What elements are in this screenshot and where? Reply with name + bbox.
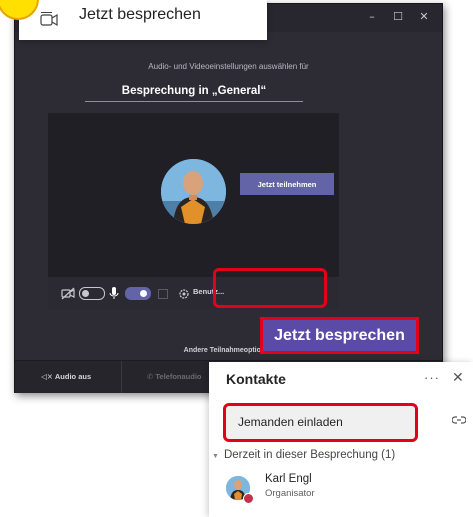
attendee-role: Organisator [265, 488, 315, 499]
avatar [161, 159, 226, 224]
more-options-button[interactable]: ··· [424, 370, 440, 385]
microphone-icon [109, 287, 119, 299]
close-panel-button[interactable]: ✕ [452, 369, 464, 386]
audio-off-label: Audio aus [54, 372, 92, 381]
presence-status-icon [243, 493, 254, 504]
setup-hint: Audio- und Videoeinstellungen auswählen … [148, 62, 309, 71]
in-meeting-section-label: Derzeit in dieser Besprechung (1) [223, 449, 396, 461]
meeting-name-field[interactable]: Besprechung in „General“ [85, 81, 303, 102]
toggle-knob [82, 290, 89, 297]
blur-background-icon[interactable] [158, 289, 168, 299]
camera-toggle[interactable] [79, 287, 105, 300]
phone-audio-label: Telefonaudio [155, 372, 202, 381]
start-meeting-label: Jetzt besprechen [79, 6, 201, 23]
chevron-down-icon: ▼ [212, 453, 219, 460]
phone-icon: ✆ [147, 372, 154, 381]
contacts-title: Kontakte [226, 371, 286, 387]
in-meeting-section-header[interactable]: ▼ Derzeit in dieser Besprechung (1) [212, 449, 395, 461]
minimize-button[interactable]: – [364, 9, 380, 25]
join-button-highlight [213, 268, 327, 308]
gear-icon [179, 289, 189, 299]
corner-badge [0, 0, 39, 20]
microphone-toggle[interactable] [125, 287, 151, 300]
audio-off-option[interactable]: ◁× Audio aus [15, 361, 120, 393]
contacts-panel: Kontakte ··· ✕ Jemanden einladen ▼ Derzei… [209, 362, 473, 517]
video-camera-icon [40, 12, 58, 27]
close-window-button[interactable]: ✕ [416, 9, 432, 25]
invite-someone-field[interactable]: Jemanden einladen [223, 403, 418, 442]
camera-off-icon [61, 287, 75, 300]
join-now-button[interactable]: Jetzt teilnehmen [240, 173, 334, 195]
meeting-name: Besprechung in „General“ [121, 85, 267, 97]
start-meeting-card[interactable]: Jetzt besprechen [0, 0, 267, 40]
link-icon[interactable] [452, 414, 466, 426]
jetzt-besprechen-callout: Jetzt besprechen [260, 317, 419, 354]
maximize-button[interactable]: ☐ [390, 9, 406, 25]
toggle-knob [140, 290, 147, 297]
attendee-name[interactable]: Karl Engl [265, 473, 312, 485]
speaker-off-icon: ◁× [41, 372, 54, 381]
